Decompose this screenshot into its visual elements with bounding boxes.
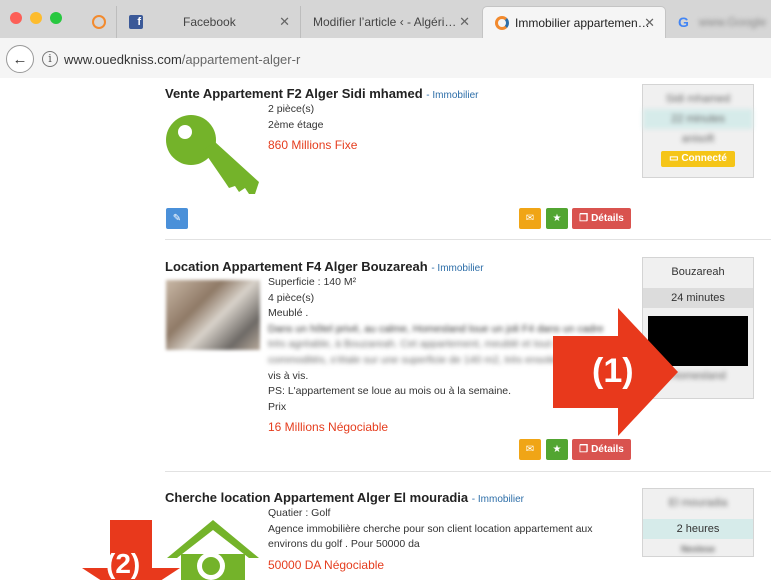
post-time: 24 minutes: [643, 288, 753, 308]
zoom-window-button[interactable]: [50, 12, 62, 24]
tab-qwant[interactable]: [80, 6, 116, 38]
detail-line: Quatier : Golf: [268, 507, 331, 519]
listing-title[interactable]: Cherche location Appartement Alger El mo…: [165, 490, 640, 505]
tab-immobilier[interactable]: Immobilier appartemen… ✕: [482, 6, 666, 38]
connected-label: Connecté: [681, 153, 727, 164]
seller-name: anisoft: [681, 133, 715, 145]
tab-label: Facebook: [183, 15, 236, 29]
detail-line: 4 pièce(s): [268, 291, 315, 304]
detail-line: environs du golf . Pour 50000 da: [268, 538, 420, 551]
tab-label: Immobilier appartemen…: [515, 15, 650, 30]
envelope-icon: ✉: [525, 213, 535, 224]
listing-category[interactable]: - Immobilier: [472, 494, 524, 505]
listing-details: 2 pièce(s) 2ème étage 860 Millions Fixe: [268, 102, 628, 154]
detail-line: Superficie : 140 M²: [268, 276, 357, 288]
listing-title[interactable]: Vente Appartement F2 Alger Sidi mhamed -…: [165, 86, 640, 101]
listing-details: Quatier : Golf Agence immobilière cherch…: [268, 506, 628, 573]
pencil-icon: ✎: [172, 213, 182, 224]
tab-google[interactable]: G www.Google: [666, 6, 771, 38]
details-label: Détails: [591, 213, 624, 224]
tab-modifier-article[interactable]: Modifier l’article ‹ - Algéri… ✕: [300, 6, 480, 38]
listing-price: 50000 DA Négociable: [268, 557, 385, 572]
edit-button[interactable]: ✎: [166, 208, 188, 229]
minimize-window-button[interactable]: [30, 12, 42, 24]
details-button[interactable]: ❐ Détails: [572, 439, 631, 460]
seller-location: Bouzareah: [671, 266, 725, 278]
envelope-icon: ✉: [525, 444, 535, 455]
star-icon: ★: [552, 444, 562, 455]
divider: [165, 239, 771, 240]
close-tab-icon[interactable]: ✕: [279, 14, 290, 30]
annotation-label-1: (1): [592, 352, 634, 390]
seller-location: El mouradia: [668, 497, 728, 509]
post-time: 22 minutes: [643, 109, 753, 129]
monitor-icon: ▭: [669, 153, 679, 164]
arrow-left-icon: ←: [12, 50, 28, 68]
listing-category[interactable]: - Immobilier: [431, 263, 483, 274]
site-info-icon[interactable]: i: [42, 51, 58, 67]
listing-category[interactable]: - Immobilier: [426, 90, 478, 101]
browser-chrome: f Facebook ✕ Modifier l’article ‹ - Algé…: [0, 0, 771, 78]
listing-title[interactable]: Location Appartement F4 Alger Bouzareah …: [165, 259, 640, 274]
listing-title-text: Vente Appartement F2 Alger Sidi mhamed: [165, 86, 423, 101]
close-tab-icon[interactable]: ✕: [459, 14, 470, 30]
copy-icon: ❐: [579, 213, 589, 224]
listing-photo[interactable]: [166, 280, 260, 350]
favorite-button[interactable]: ★: [546, 208, 568, 229]
listing-title-text: Location Appartement F4 Alger Bouzareah: [165, 259, 428, 274]
google-icon: G: [678, 14, 689, 30]
seller-location: Sidi mhamed: [665, 93, 731, 105]
close-tab-icon[interactable]: ✕: [644, 15, 655, 31]
message-button[interactable]: ✉: [519, 208, 541, 229]
facebook-icon: f: [129, 15, 143, 29]
url-field[interactable]: www.ouedkniss.com/appartement-alger-r: [64, 52, 300, 67]
ouedkniss-icon: [495, 15, 509, 30]
detail-line: 2ème étage: [268, 118, 324, 131]
listing-title-text: Cherche location Appartement Alger El mo…: [165, 490, 469, 505]
copy-icon: ❐: [579, 444, 589, 455]
tab-label: Modifier l’article ‹ - Algéri…: [313, 15, 457, 29]
divider: [165, 471, 771, 472]
details-label: Détails: [591, 444, 624, 455]
key-icon: [166, 115, 259, 194]
tab-facebook[interactable]: f Facebook ✕: [116, 6, 300, 38]
post-time: 2 heures: [643, 519, 753, 539]
favorite-button[interactable]: ★: [546, 439, 568, 460]
star-icon: ★: [552, 213, 562, 224]
detail-line: Agence immobilière cherche pour son clie…: [268, 522, 593, 535]
listing-card: Cherche location Appartement Alger El mo…: [165, 490, 640, 580]
listing-price: 860 Millions Fixe: [268, 138, 358, 153]
url-path: /appartement-alger-r: [181, 52, 301, 67]
seller-panel: Sidi mhamed 22 minutes anisoft ▭ Connect…: [642, 84, 754, 178]
url-host: www.ouedkniss.com: [64, 52, 182, 67]
tab-label-blurred: www.Google: [698, 15, 767, 29]
detail-line: 2 pièce(s): [268, 103, 315, 115]
annotation-label-2: (2): [106, 548, 141, 579]
message-button[interactable]: ✉: [519, 439, 541, 460]
connected-badge: ▭ Connecté: [661, 151, 735, 167]
close-window-button[interactable]: [10, 12, 22, 24]
details-button[interactable]: ❐ Détails: [572, 208, 631, 229]
qwant-icon: [92, 15, 106, 29]
seller-name[interactable]: Nexlese: [643, 539, 753, 559]
back-button[interactable]: ←: [6, 45, 34, 73]
listing-card: Vente Appartement F2 Alger Sidi mhamed -…: [165, 86, 640, 231]
seller-panel: El mouradia 2 heures Nexlese: [642, 488, 754, 557]
